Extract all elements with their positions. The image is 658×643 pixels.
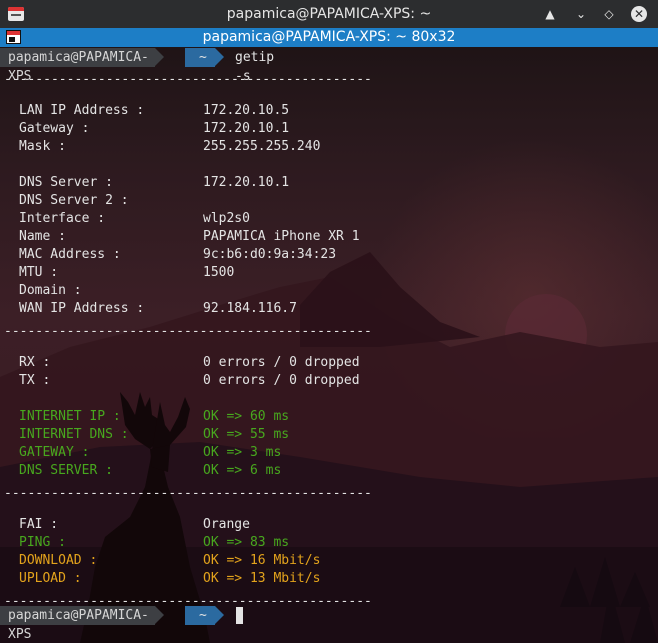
output-value: PAPAMICA iPhone XR 1	[203, 229, 360, 244]
output-label: Interface :	[19, 211, 106, 226]
output-value: 172.20.10.1	[203, 121, 290, 136]
mountain-deer-wallpaper	[0, 252, 658, 643]
shade-icon[interactable]: ▲	[542, 6, 558, 22]
output-value: wlp2s0	[203, 211, 250, 226]
output-value: 0 errors / 0 dropped	[203, 355, 360, 370]
output-label: DOWNLOAD :	[19, 553, 98, 568]
output-value: OK => 60 ms	[203, 409, 290, 424]
output-label: MTU :	[19, 265, 59, 280]
output-label: Mask :	[19, 139, 66, 154]
output-label: GATEWAY :	[19, 445, 90, 460]
output-value: 255.255.255.240	[203, 139, 321, 154]
prompt-dir: ~	[185, 48, 224, 67]
output-value: 172.20.10.1	[203, 175, 290, 190]
output-value: OK => 6 ms	[203, 463, 282, 478]
output-label: INTERNET DNS :	[19, 427, 129, 442]
output-label: MAC Address :	[19, 247, 121, 262]
output-label: DNS SERVER :	[19, 463, 113, 478]
output-value: OK => 55 ms	[203, 427, 290, 442]
output-label: TX :	[19, 373, 51, 388]
output-value: 92.184.116.7	[203, 301, 297, 316]
output-value: OK => 16 Mbit/s	[203, 553, 321, 568]
output-value: 0 errors / 0 dropped	[203, 373, 360, 388]
tab-bar[interactable]: papamica@PAPAMICA-XPS: ~ 80x32	[0, 28, 658, 47]
output-label: RX :	[19, 355, 51, 370]
prompt-host: papamica@PAPAMICA-XPS	[0, 48, 164, 84]
output-label: DNS Server :	[19, 175, 113, 190]
minimize-icon[interactable]: ⌄	[573, 6, 589, 22]
output-value: OK => 13 Mbit/s	[203, 571, 321, 586]
output-label: Domain :	[19, 283, 82, 298]
terminal-window: papamica@PAPAMICA-XPS: ~ ▲ ⌄ ◇ ✕ papamic…	[0, 0, 658, 643]
text-cursor[interactable]	[236, 607, 243, 624]
prompt-host: papamica@PAPAMICA-XPS	[0, 606, 164, 642]
separator: ----------------------------------------…	[4, 486, 372, 501]
output-label: LAN IP Address :	[19, 103, 145, 118]
title-bar[interactable]: papamica@PAPAMICA-XPS: ~ ▲ ⌄ ◇ ✕	[0, 0, 658, 28]
close-icon[interactable]: ✕	[631, 6, 647, 22]
maximize-icon[interactable]: ◇	[601, 6, 617, 22]
separator: ----------------------------------------…	[4, 72, 372, 87]
separator: ----------------------------------------…	[4, 324, 372, 339]
output-label: FAI :	[19, 517, 59, 532]
terminal-output[interactable]: papamica@PAPAMICA-XPS ~ getip -s -------…	[0, 47, 658, 643]
output-value: 172.20.10.5	[203, 103, 290, 118]
output-label: INTERNET IP :	[19, 409, 121, 424]
output-value: Orange	[203, 517, 250, 532]
output-label: DNS Server 2 :	[19, 193, 129, 208]
output-label: UPLOAD :	[19, 571, 82, 586]
output-value: OK => 3 ms	[203, 445, 282, 460]
tab-title[interactable]: papamica@PAPAMICA-XPS: ~ 80x32	[0, 29, 658, 45]
output-value: 1500	[203, 265, 235, 280]
output-label: Name :	[19, 229, 66, 244]
output-label: WAN IP Address :	[19, 301, 145, 316]
output-label: PING :	[19, 535, 66, 550]
output-value: 9c:b6:d0:9a:34:23	[203, 247, 337, 262]
prompt-dir: ~	[185, 606, 224, 625]
window-title: papamica@PAPAMICA-XPS: ~	[226, 6, 432, 22]
output-value: OK => 83 ms	[203, 535, 290, 550]
output-label: Gateway :	[19, 121, 90, 136]
